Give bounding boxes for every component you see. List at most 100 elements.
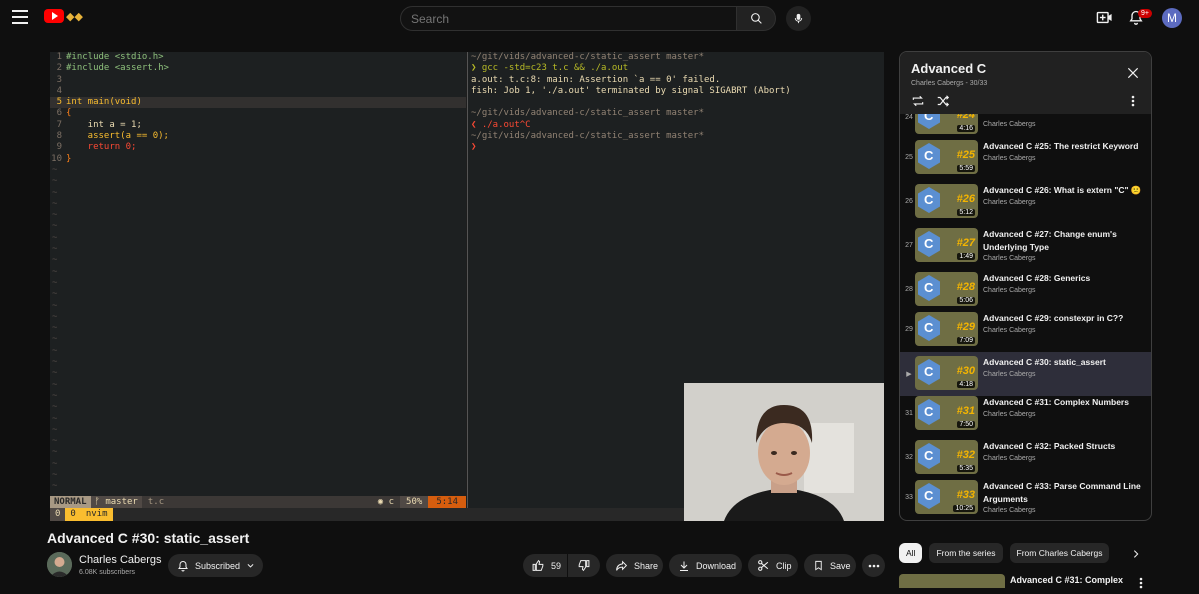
playlist-item-channel: Charles Cabergs bbox=[983, 326, 1036, 334]
more-vertical-icon bbox=[1139, 577, 1143, 589]
account-avatar[interactable]: M bbox=[1162, 8, 1182, 28]
c-language-logo-icon bbox=[918, 187, 940, 213]
c-language-logo-icon bbox=[918, 483, 940, 509]
playlist-item-title: Advanced C #33: Parse Command Line Argum… bbox=[983, 481, 1141, 504]
playlist-item-thumbnail[interactable]: #31 7:50 bbox=[915, 396, 978, 430]
filter-chip[interactable]: From Charles Cabergs bbox=[1009, 543, 1110, 563]
terminal-text: ❯ gcc -std=c23 t.c && ./a.out bbox=[471, 63, 629, 74]
filter-chip[interactable]: From the series bbox=[929, 543, 1003, 563]
create-button[interactable] bbox=[1096, 9, 1113, 31]
channel-name[interactable]: Charles Cabergs bbox=[79, 554, 162, 566]
playlist-item[interactable]: 25 #25 5:59 Advanced C #25: The restrict Ke… bbox=[900, 136, 1151, 180]
playlist-item-thumbnail[interactable]: #25 5:59 bbox=[915, 140, 978, 174]
playlist-item-title: Advanced C #31: Complex Numbers bbox=[983, 397, 1129, 407]
clip-button[interactable]: Clip bbox=[748, 554, 798, 577]
like-button[interactable]: 59 bbox=[523, 554, 567, 577]
related-filter-chips: All From the series From Charles Cabergs bbox=[899, 543, 1110, 563]
next-video-more-button[interactable] bbox=[1139, 576, 1143, 594]
playlist-item-title: Advanced C #32: Packed Structs bbox=[983, 441, 1116, 451]
empty-line-marker: ~ bbox=[52, 345, 58, 356]
playlist-item[interactable]: 27 #27 1:49 Advanced C #27: Change enum's U… bbox=[900, 224, 1151, 268]
line-number: 5 bbox=[56, 97, 62, 108]
playlist-item-thumbnail[interactable]: #32 5:35 bbox=[915, 440, 978, 474]
playlist-item-index: 25 bbox=[905, 154, 913, 161]
search-input[interactable] bbox=[401, 7, 736, 30]
search-button[interactable] bbox=[736, 6, 776, 31]
code-line: 10} bbox=[50, 154, 466, 165]
video-duration: 10:25 bbox=[953, 505, 975, 512]
playlist-item-text: Advanced C #32: Packed Structs Charles Ca… bbox=[983, 440, 1143, 462]
playlist-item-thumbnail[interactable]: #29 7:09 bbox=[915, 312, 978, 346]
c-language-logo-icon bbox=[918, 143, 940, 169]
playlist-item-title: Advanced C #25: The restrict Keyword bbox=[983, 141, 1139, 151]
playlist-item[interactable]: ▶ #30 4:18 Advanced C #30: static_assert Cha… bbox=[900, 352, 1151, 396]
playlist-item-text: Advanced C #31: Complex Numbers Charles C… bbox=[983, 396, 1143, 418]
empty-line-marker: ~ bbox=[52, 334, 58, 345]
more-horizontal-icon bbox=[868, 564, 879, 567]
shuffle-button[interactable] bbox=[935, 94, 951, 113]
playlist-item-index: 28 bbox=[905, 286, 913, 293]
video-player[interactable]: 1 #include <stdio.h> 2 #include <assert.h> 3… bbox=[50, 52, 884, 521]
thumbnail-episode-number: #32 bbox=[956, 449, 975, 461]
subscriber-count: 6.08K subscribers bbox=[79, 569, 136, 576]
youtube-logo-icon[interactable] bbox=[44, 9, 64, 23]
chips-next-button[interactable] bbox=[1131, 547, 1141, 565]
playlist-item[interactable]: 31 #31 7:50 Advanced C #31: Complex Numbers… bbox=[900, 392, 1151, 436]
playlist-item[interactable]: 33 #33 10:25 Advanced C #33: Parse Command … bbox=[900, 476, 1151, 520]
like-count: 59 bbox=[551, 560, 562, 571]
code-line: 1 #include <stdio.h> bbox=[50, 52, 466, 63]
playlist-item-channel: Charles Cabergs bbox=[983, 154, 1036, 162]
next-video-thumbnail[interactable] bbox=[899, 574, 1005, 588]
playlist-item-thumbnail[interactable]: #30 4:18 bbox=[915, 356, 978, 390]
scissors-icon bbox=[758, 560, 769, 571]
playlist-item-index: ▶ bbox=[906, 371, 912, 378]
playlist-item-channel: Charles Cabergs bbox=[983, 255, 1036, 262]
code-line: 9 return 0; bbox=[50, 142, 466, 153]
git-branch: ᚠ master bbox=[90, 496, 142, 508]
save-button[interactable]: Save bbox=[804, 554, 856, 577]
subscribed-button[interactable]: Subscribed bbox=[168, 554, 263, 577]
playlist-item-thumbnail[interactable]: #27 1:49 bbox=[915, 228, 978, 262]
next-video-title[interactable]: Advanced C #31: Complex bbox=[1010, 575, 1123, 585]
download-button[interactable]: Download bbox=[669, 554, 742, 577]
thumbnail-episode-number: #24 bbox=[956, 114, 975, 121]
code-line: 8 assert(a == 0); bbox=[50, 131, 466, 142]
more-actions-button[interactable] bbox=[862, 554, 885, 577]
c-language-logo-icon bbox=[918, 315, 940, 341]
empty-line-marker: ~ bbox=[52, 447, 58, 458]
playlist-item-thumbnail[interactable]: #26 5:12 bbox=[915, 184, 978, 218]
playlist-title[interactable]: Advanced C bbox=[911, 61, 986, 76]
line-number: 7 bbox=[56, 119, 62, 130]
playlist-item[interactable]: 29 #29 7:09 Advanced C #29: constexpr in C?… bbox=[900, 308, 1151, 352]
share-icon bbox=[616, 560, 628, 571]
share-button[interactable]: Share bbox=[606, 554, 663, 577]
playlist-item[interactable]: 32 #32 5:35 Advanced C #32: Packed Structs C… bbox=[900, 436, 1151, 480]
playlist-item-thumbnail[interactable]: #24 4:16 bbox=[915, 114, 978, 134]
empty-line-marker: ~ bbox=[52, 164, 58, 175]
playlist-item-thumbnail[interactable]: #33 10:25 bbox=[915, 480, 978, 514]
close-playlist-button[interactable] bbox=[1126, 66, 1140, 85]
thumbnail-episode-number: #26 bbox=[956, 193, 975, 205]
code-text: } bbox=[66, 153, 72, 164]
doodle-icon[interactable]: ◆◆ bbox=[66, 10, 83, 23]
empty-line-marker: ~ bbox=[52, 424, 58, 435]
playlist-more-button[interactable] bbox=[1131, 94, 1135, 112]
terminal-text: ~/git/vids/advanced-c/static_assert mast… bbox=[471, 52, 704, 62]
channel-avatar[interactable] bbox=[47, 552, 72, 577]
empty-line-marker: ~ bbox=[52, 357, 58, 368]
playlist-item-index: 32 bbox=[905, 454, 913, 461]
loop-button[interactable] bbox=[910, 94, 926, 113]
playlist-item[interactable]: 26 #26 5:12 Advanced C #26: What is extern … bbox=[900, 180, 1151, 224]
download-label: Download bbox=[696, 560, 737, 571]
voice-search-button[interactable] bbox=[786, 6, 811, 31]
menu-icon[interactable] bbox=[12, 10, 28, 24]
dislike-button[interactable] bbox=[568, 554, 600, 577]
playlist-item-index: 26 bbox=[905, 198, 913, 205]
playlist-item-thumbnail[interactable]: #28 5:06 bbox=[915, 272, 978, 306]
empty-line-marker: ~ bbox=[52, 244, 58, 255]
playlist-item[interactable]: 28 #28 5:06 Advanced C #28: Generics Charles… bbox=[900, 268, 1151, 312]
empty-line-marker: ~ bbox=[52, 402, 58, 413]
filter-chip[interactable]: All bbox=[899, 543, 923, 563]
terminal-text: ~/git/vids/advanced-c/static_assert mast… bbox=[471, 108, 704, 119]
